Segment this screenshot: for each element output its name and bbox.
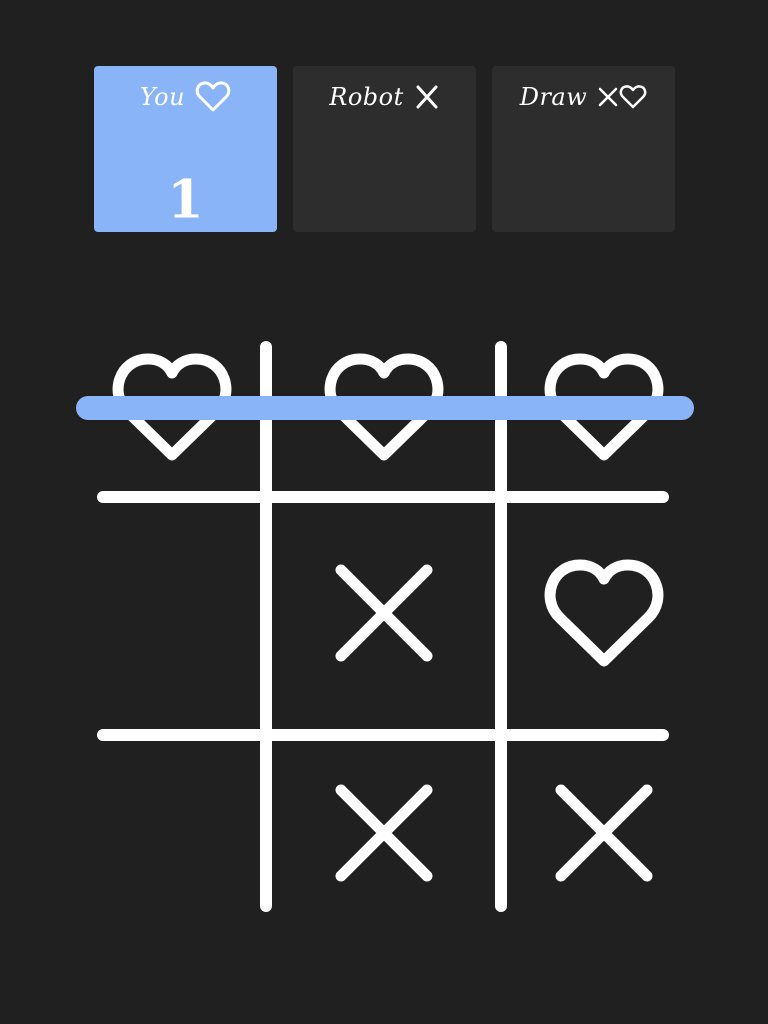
board-cell[interactable] — [82, 748, 262, 918]
board-cell[interactable] — [274, 503, 494, 723]
game-board — [76, 341, 714, 918]
board-cell[interactable] — [494, 503, 714, 723]
board-cell[interactable] — [274, 748, 494, 918]
board-cell[interactable] — [494, 748, 714, 918]
board-cell[interactable] — [82, 503, 262, 723]
